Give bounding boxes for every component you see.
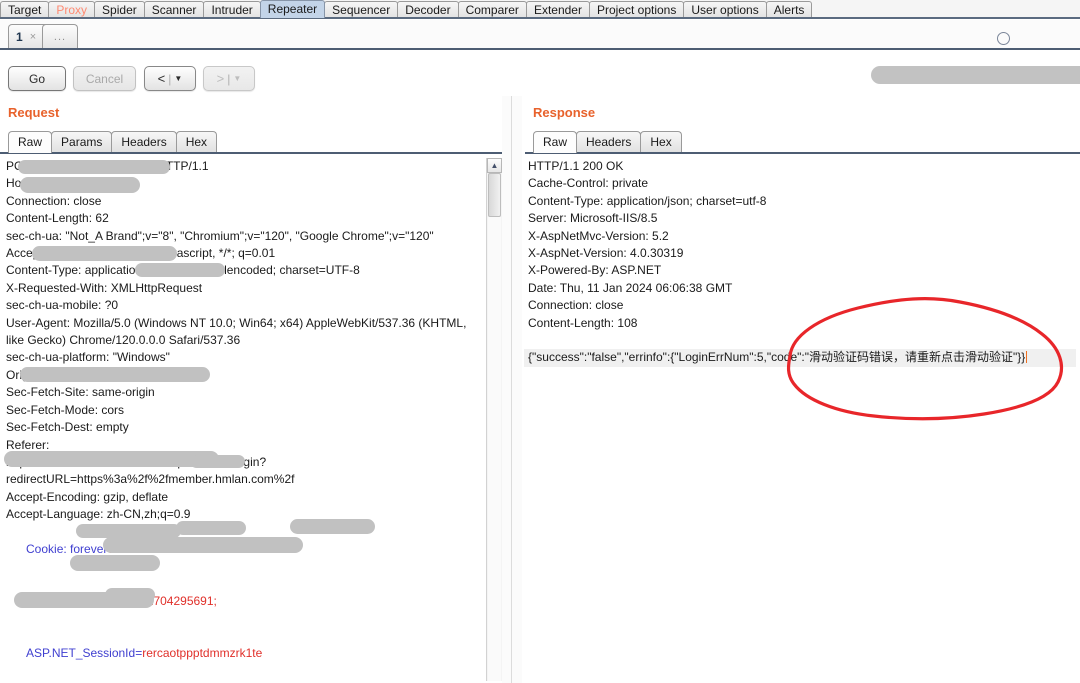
main-tab-comparer[interactable]: Comparer [457,1,527,18]
main-tab-spider[interactable]: Spider [94,1,145,18]
cancel-button[interactable]: Cancel [73,66,136,91]
request-view-tabs: Raw Params Headers Hex [8,131,218,153]
redaction-smudge-referer-1 [4,451,219,467]
request-line-content-length: Content-Length: 62 [6,211,109,226]
main-tab-sequencer[interactable]: Sequencer [324,1,399,18]
repeater-new-tab-button[interactable]: ... [42,24,78,48]
redaction-smudge-cookie-1c [290,519,375,534]
response-tab-headers[interactable]: Headers [576,131,642,153]
main-tab-alerts[interactable]: Alerts [765,1,813,18]
repeater-new-tab-label: ... [53,30,67,43]
request-line-user-agent: User-Agent: Mozilla/5.0 (Windows NT 10.0… [6,315,470,348]
main-tab-extender[interactable]: Extender [525,1,590,18]
main-tab-intruder[interactable]: Intruder [203,1,261,18]
redaction-smudge-origin [20,367,210,382]
request-line-sec-fetch-mode: Sec-Fetch-Mode: cors [6,402,125,417]
redaction-smudge-cookie-1a [76,524,181,538]
request-panel-title: Request [8,105,60,120]
text-caret [1026,351,1028,364]
request-line-sec-ch-ua: sec-ch-ua: "Not_A Brand";v="8", "Chromiu… [6,228,434,243]
response-tab-hex[interactable]: Hex [640,131,682,153]
request-cookie-line-3: ASP.NET_SessionId=rercaotppptdmmzrk1te [2,628,486,680]
response-body-line: {"success":"false","errinfo":{"LoginErrN… [524,349,1076,367]
response-line-server: Server: Microsoft-IIS/8.5 [528,211,658,226]
request-line-x-requested-with: X-Requested-With: XMLHttpRequest [6,280,203,295]
chevron-down-icon[interactable]: ▼ [174,74,182,83]
request-line-accept-encoding: Accept-Encoding: gzip, deflate [6,489,169,504]
main-tab-user-options[interactable]: User options [683,1,767,18]
redaction-smudge-body-2 [105,588,155,602]
redaction-smudge-toolbar [871,66,1080,84]
panel-splitter[interactable] [502,96,522,683]
response-line-date: Date: Thu, 11 Jan 2024 06:06:38 GMT [528,280,733,295]
main-tab-decoder[interactable]: Decoder [397,1,459,18]
redaction-smudge-request-line [18,160,170,174]
redaction-smudge-cookie-2 [103,537,303,553]
forward-button[interactable]: > | ▼ [203,66,255,91]
request-line-sec-ch-ua-platform: sec-ch-ua-platform: "Windows" [6,350,170,365]
request-line-content-type: Content-Type: application/x-www-form-url… [6,263,360,278]
request-blank-line [2,680,486,681]
close-icon[interactable]: × [30,31,36,43]
cookie-name-1: Cookie: forever [26,541,108,556]
cookie-value-3: rercaotppptdmmzrk1te [142,646,263,661]
response-editor[interactable]: HTTP/1.1 200 OK Cache-Control: private C… [524,158,1076,681]
redaction-smudge-host [20,177,140,193]
request-line-connection: Connection: close [6,193,102,208]
splitter-line [511,96,512,683]
request-tab-hex[interactable]: Hex [175,131,218,153]
request-tab-params[interactable]: Params [51,131,113,153]
back-button[interactable]: < | ▼ [144,66,196,91]
response-body-text: {"success":"false","errinfo":{"LoginErrN… [528,350,1026,365]
request-line-accept-language: Accept-Language: zh-CN,zh;q=0.9 [6,507,191,522]
response-line-connection: Connection: close [528,298,624,313]
response-panel-title: Response [533,105,596,120]
chevron-right-icon: > [216,71,225,86]
redaction-smudge-referer-2 [190,455,245,468]
request-scrollbar-track[interactable] [488,217,501,681]
response-line-x-aspnetmvc: X-AspNetMvc-Version: 5.2 [528,228,669,243]
go-button[interactable]: Go [8,66,66,91]
request-line-sec-fetch-dest: Sec-Fetch-Dest: empty [6,420,129,435]
request-line-sec-fetch-site: Sec-Fetch-Site: same-origin [6,385,155,400]
response-line-status: HTTP/1.1 200 OK [528,159,624,173]
redaction-smudge-content-type [135,263,225,277]
circle-icon[interactable] [997,32,1010,45]
response-line-x-aspnet: X-AspNet-Version: 4.0.30319 [528,246,684,261]
request-tab-raw[interactable]: Raw [8,131,53,153]
chevron-left-icon: < [157,71,166,86]
redaction-smudge-cookie-1b [176,521,246,535]
redaction-smudge-accept [32,246,177,261]
request-scrollbar[interactable]: ▲ [486,158,502,681]
chevron-down-icon[interactable]: ▼ [233,74,241,83]
button-separator: | [168,71,172,86]
main-tab-proxy[interactable]: Proxy [48,1,96,18]
scroll-up-icon[interactable]: ▲ [487,158,502,173]
request-line-sec-ch-ua-mobile: sec-ch-ua-mobile: ?0 [6,298,119,313]
redaction-smudge-cookie-3 [70,555,160,571]
response-line-content-length: Content-Length: 108 [528,315,638,330]
repeater-tab-strip: ... 1 × [0,20,1080,50]
cookie-name-3: ASP.NET_SessionId= [26,646,143,661]
button-separator: | [227,71,231,86]
request-tabs-rule [0,152,502,154]
repeater-tab-1-label: 1 [16,29,23,44]
response-line-x-powered-by: X-Powered-By: ASP.NET [528,263,662,278]
response-line-content-type: Content-Type: application/json; charset=… [528,193,767,208]
main-tab-repeater[interactable]: Repeater [259,0,326,18]
main-tab-scanner[interactable]: Scanner [143,1,205,18]
response-view-tabs: Raw Headers Hex [533,131,682,153]
response-line-cache-control: Cache-Control: private [528,176,649,191]
response-tabs-rule [525,152,1080,154]
request-tab-headers[interactable]: Headers [111,131,177,153]
request-scrollbar-thumb[interactable] [488,173,501,217]
main-tab-project-options[interactable]: Project options [588,1,685,18]
main-tab-bar: Target Proxy Spider Scanner Intruder Rep… [0,0,1080,18]
response-blank-line [524,332,1076,349]
response-tab-raw[interactable]: Raw [533,131,578,153]
main-tab-target[interactable]: Target [0,1,50,18]
burp-suite-window: Target Proxy Spider Scanner Intruder Rep… [0,0,1080,683]
